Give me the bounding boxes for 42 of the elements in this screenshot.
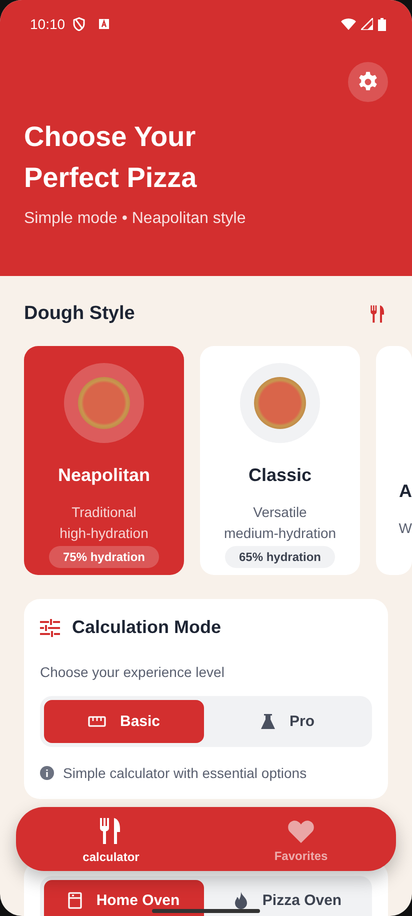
ruler-icon (88, 716, 106, 727)
heart-icon (288, 820, 314, 842)
segment-button[interactable]: Home Oven (44, 880, 204, 916)
photo-placeholder (78, 377, 130, 429)
hydration-badge: 75% hydration (48, 546, 160, 568)
segment-button[interactable]: Basic (44, 700, 204, 743)
hydration-badge: 65% hydration (224, 546, 336, 568)
wifi-icon (341, 18, 356, 30)
segment-button[interactable]: Pro (208, 700, 368, 743)
segment-button[interactable]: Pizza Oven (208, 880, 368, 916)
info-icon (40, 766, 54, 780)
sliders-icon (40, 618, 60, 636)
notification-icon (99, 19, 110, 29)
mode-info: Simple calculator with essential options (63, 765, 307, 781)
style-name: Classic (248, 465, 312, 486)
nav-tab[interactable]: calculator (16, 807, 206, 871)
battery-icon (378, 18, 386, 30)
section-title: Dough Style (24, 303, 135, 325)
settings-button[interactable] (348, 62, 388, 102)
mode-prompt: Choose your experience level (40, 664, 226, 680)
dough-style-card[interactable]: A W (376, 346, 412, 575)
signal-icon (361, 18, 373, 30)
dough-style-card[interactable]: Classic Versatile medium-hydration 65% hydration (200, 346, 360, 575)
card-title: Calculation Mode (72, 617, 222, 638)
flame-icon (234, 892, 248, 908)
oven-icon (68, 892, 82, 908)
dough-style-card[interactable]: Neapolitan Traditional high-hydration 75% hydration (24, 346, 184, 575)
style-name: Neapolitan (58, 465, 150, 486)
page-title: Choose Your Perfect Pizza (24, 120, 198, 195)
style-description: Traditional high-hydration (58, 503, 150, 543)
style-description: W (398, 519, 412, 538)
flask-icon (261, 714, 276, 729)
settings-icon (357, 71, 379, 93)
style-description: Versatile medium-hydration (222, 503, 338, 543)
photo-placeholder (254, 377, 306, 429)
status-time: 10:10 (30, 16, 66, 32)
nav-tab[interactable]: Favorites (206, 807, 396, 871)
fork-knife-icon (370, 305, 386, 323)
shield-icon (73, 17, 86, 31)
style-name: A (399, 481, 412, 502)
fork-knife-icon (99, 818, 123, 844)
page-subtitle: Simple mode • Neapolitan style (24, 210, 247, 228)
